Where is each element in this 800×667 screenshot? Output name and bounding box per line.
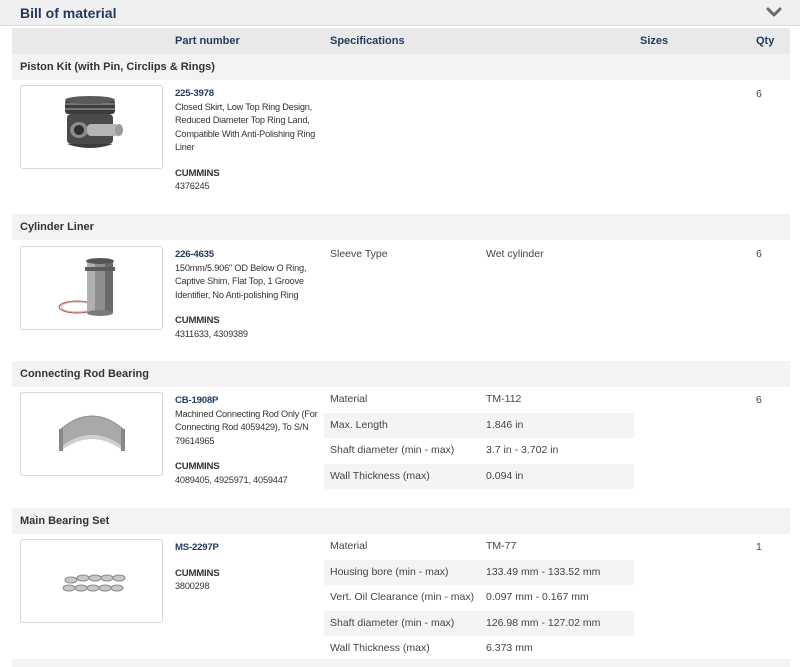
spec-row: Shaft diameter (min - max) 126.98 mm - 1…: [324, 610, 634, 636]
brand-label: CUMMINS: [175, 461, 220, 472]
spec-label: Housing bore (min - max): [330, 565, 449, 578]
chevron-down-icon[interactable]: [766, 5, 782, 19]
bom-header[interactable]: Bill of material: [0, 0, 800, 26]
oem-numbers: 4089405, 4925971, 4059447: [175, 474, 288, 485]
spec-value: Wet cylinder: [486, 248, 544, 260]
part-info: 226-4635 150mm/5.906" OD Below O Ring, C…: [175, 248, 325, 341]
col-specifications: Specifications: [330, 35, 405, 47]
part-info: 225-3978 Closed Skirt, Low Top Ring Desi…: [175, 87, 325, 194]
spec-row: Wall Thickness (max) 6.373 mm: [324, 636, 634, 662]
spec-row: Material TM-112: [324, 387, 634, 413]
section-title: Main Bearing Set: [12, 508, 790, 534]
spec-label: Material: [330, 540, 368, 552]
spec-table: Material TM-77 Housing bore (min - max) …: [324, 534, 634, 662]
column-header-row: Part number Specifications Sizes Qty: [12, 28, 790, 54]
bom-section-piston-kit: Piston Kit (with Pin, Circlips & Rings) …: [12, 54, 790, 191]
spec-label: Material: [330, 393, 368, 405]
spec-value: 126.98 mm - 127.02 mm: [486, 616, 601, 629]
oem-numbers: 4311633, 4309389: [175, 328, 248, 339]
brand-label: CUMMINS: [175, 315, 220, 326]
spec-label: Max. Length: [330, 418, 388, 431]
spec-row: Wall Thickness (max) 0.094 in: [324, 463, 634, 489]
col-part-number: Part number: [175, 35, 240, 47]
qty-value: 6: [756, 394, 762, 406]
qty-value: 1: [756, 541, 762, 553]
piston-kit-image[interactable]: [20, 85, 163, 169]
col-sizes: Sizes: [640, 35, 669, 47]
part-description: Machined Connecting Rod Only (For Connec…: [175, 408, 318, 446]
spec-label: Vert. Oil Clearance (min - max): [330, 591, 475, 603]
connecting-rod-bearing-image[interactable]: [20, 392, 163, 476]
spec-value: 0.094 in: [486, 469, 524, 482]
spec-row: Sleeve Type Wet cylinder: [324, 242, 634, 268]
part-number-link[interactable]: 225-3978: [175, 87, 325, 101]
spec-table: Material TM-112 Max. Length 1.846 in Sha…: [324, 387, 634, 489]
spec-row: Vert. Oil Clearance (min - max) 0.097 mm…: [324, 585, 634, 611]
col-qty: Qty: [756, 35, 775, 47]
spec-value: 133.49 mm - 133.52 mm: [486, 565, 601, 578]
bom-section-connecting-rod-bearing: Connecting Rod Bearing CB-1908P Machined…: [12, 361, 790, 489]
brand-label: CUMMINS: [175, 167, 220, 179]
spec-row: Shaft diameter (min - max) 3.7 in - 3.70…: [324, 438, 634, 464]
spec-row: Max. Length 1.846 in: [324, 412, 634, 438]
spec-row: Housing bore (min - max) 133.49 mm - 133…: [324, 559, 634, 585]
bom-section-cylinder-liner: Cylinder Liner 226-4635 150mm/5.906" OD …: [12, 214, 790, 339]
spec-table: Sleeve Type Wet cylinder: [324, 242, 634, 268]
spec-label: Sleeve Type: [330, 248, 388, 260]
spec-value: 1.846 in: [486, 418, 524, 431]
spec-value: TM-112: [486, 393, 522, 405]
page-title: Bill of material: [20, 5, 117, 21]
spec-value: TM-77: [486, 540, 517, 552]
spec-label: Shaft diameter (min - max): [330, 616, 455, 629]
bom-section-main-bearing-set: Main Bearing Set MS-2297P CUMMINS 380029…: [12, 508, 790, 654]
section-divider: [12, 659, 790, 667]
section-title: Piston Kit (with Pin, Circlips & Rings): [12, 54, 790, 80]
qty-value: 6: [756, 88, 762, 100]
spec-value: 3.7 in - 3.702 in: [486, 444, 559, 456]
part-description: Closed Skirt, Low Top Ring Design, Reduc…: [175, 101, 316, 153]
spec-value: 0.097 mm - 0.167 mm: [486, 591, 589, 603]
spec-label: Wall Thickness (max): [330, 469, 430, 482]
spec-label: Wall Thickness (max): [330, 642, 430, 654]
spec-row: Material TM-77: [324, 534, 634, 560]
part-number-link[interactable]: CB-1908P: [175, 394, 325, 408]
section-title: Cylinder Liner: [12, 214, 790, 240]
qty-value: 6: [756, 248, 762, 260]
part-number-link[interactable]: MS-2297P: [175, 541, 325, 555]
oem-numbers: 3800298: [175, 581, 210, 591]
cylinder-liner-image[interactable]: [20, 246, 163, 330]
main-bearing-set-image[interactable]: [20, 539, 163, 623]
brand-label: CUMMINS: [175, 567, 220, 579]
part-info: MS-2297P CUMMINS 3800298: [175, 541, 325, 594]
part-description: 150mm/5.906" OD Below O Ring, Captive Sh…: [175, 262, 307, 300]
part-number-link[interactable]: 226-4635: [175, 248, 325, 262]
section-title: Connecting Rod Bearing: [12, 361, 790, 387]
oem-numbers: 4376245: [175, 181, 210, 191]
spec-value: 6.373 mm: [486, 642, 533, 654]
spec-label: Shaft diameter (min - max): [330, 444, 455, 456]
part-info: CB-1908P Machined Connecting Rod Only (F…: [175, 394, 325, 487]
